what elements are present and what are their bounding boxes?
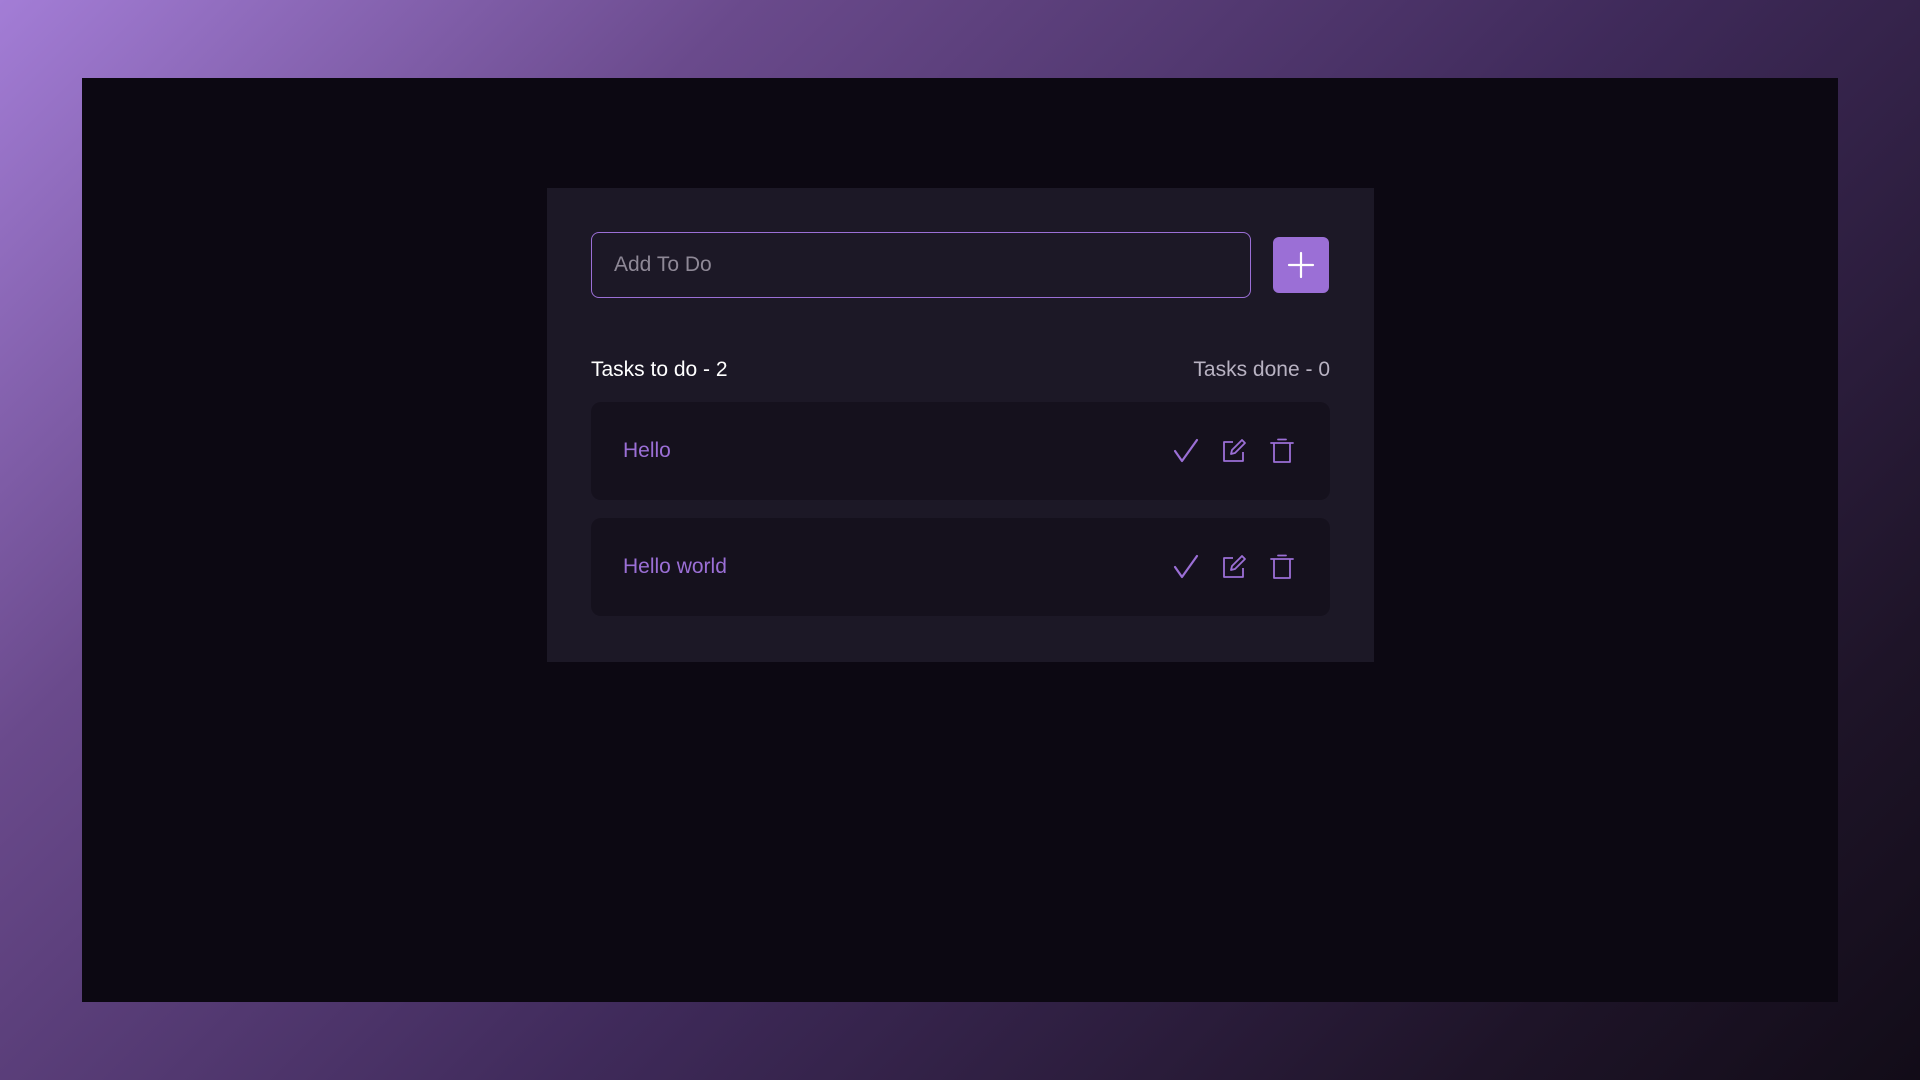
task-item: Hello world <box>591 518 1330 616</box>
task-text: Hello <box>623 439 671 462</box>
edit-task-button[interactable] <box>1218 551 1250 583</box>
add-todo-row <box>591 232 1330 298</box>
task-actions <box>1170 551 1298 583</box>
check-icon <box>1173 554 1199 579</box>
edit-icon <box>1223 439 1246 462</box>
delete-task-button[interactable] <box>1266 435 1298 467</box>
check-icon <box>1173 438 1199 463</box>
trash-icon <box>1270 554 1294 579</box>
task-summary: Tasks to do - 2 Tasks done - 0 <box>591 356 1330 384</box>
complete-task-button[interactable] <box>1170 551 1202 583</box>
complete-task-button[interactable] <box>1170 435 1202 467</box>
task-actions <box>1170 435 1298 467</box>
add-todo-button[interactable] <box>1273 237 1329 293</box>
task-item: Hello <box>591 402 1330 500</box>
edit-task-button[interactable] <box>1218 435 1250 467</box>
tasks-done-count: Tasks done - 0 <box>1193 358 1330 381</box>
delete-task-button[interactable] <box>1266 551 1298 583</box>
add-todo-input[interactable] <box>591 232 1251 298</box>
edit-icon <box>1223 555 1246 578</box>
task-text: Hello world <box>623 555 727 578</box>
tasks-todo-count: Tasks to do - 2 <box>591 358 728 381</box>
trash-icon <box>1270 438 1294 463</box>
task-list: Hello Hello world <box>591 402 1330 616</box>
app-window: Tasks to do - 2 Tasks done - 0 Hello <box>82 78 1838 1002</box>
todo-card: Tasks to do - 2 Tasks done - 0 Hello <box>547 188 1374 662</box>
plus-icon <box>1287 251 1315 279</box>
